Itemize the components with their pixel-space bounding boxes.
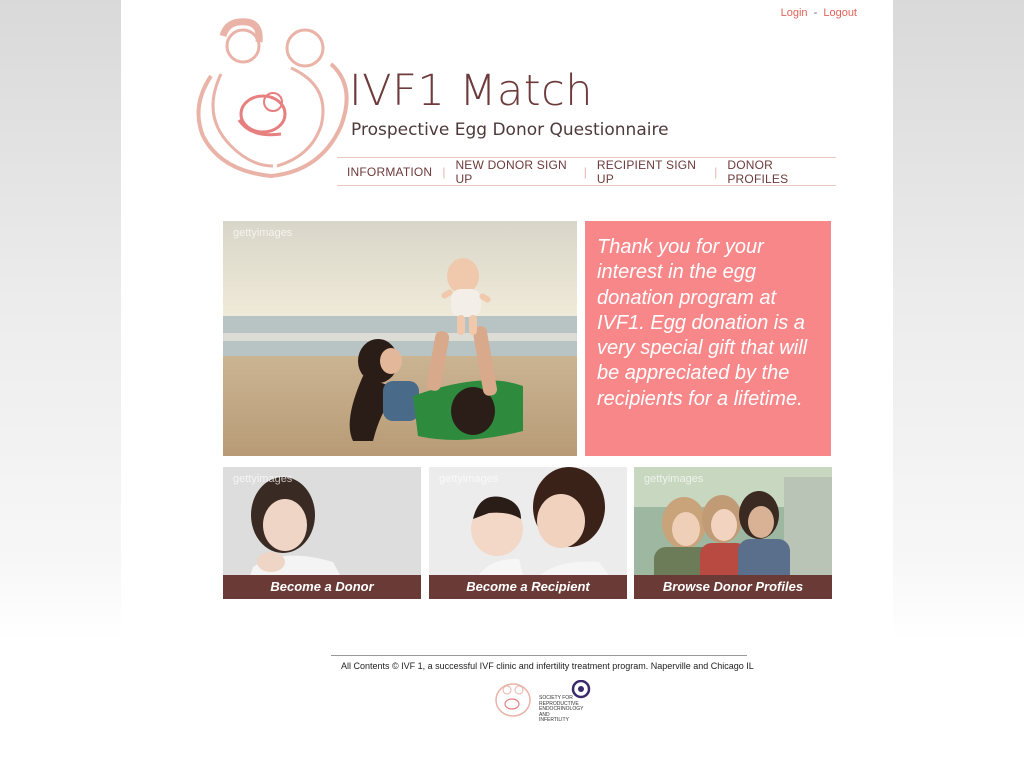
ivf1-small-logo-icon (495, 683, 531, 717)
browse-donor-profiles-button[interactable]: Browse Donor Profiles (634, 575, 832, 599)
hero-photo-illustration (223, 221, 577, 456)
browse-profiles-card[interactable]: gettyimages Browse Donor Profiles (634, 467, 832, 599)
hero-beach-photo: gettyimages (223, 221, 577, 456)
nav-recipient-sign-up[interactable]: RECIPIENT SIGN UP (587, 158, 714, 186)
page-container: Login - Logout IVF1 Match Prospective Eg… (121, 0, 893, 774)
become-donor-button[interactable]: Become a Donor (223, 575, 421, 599)
footer-copyright: All Contents © IVF 1, a successful IVF c… (341, 661, 754, 671)
family-logo-icon[interactable] (191, 16, 351, 178)
login-link[interactable]: Login (781, 7, 808, 19)
welcome-quote-box: Thank you for your interest in the egg d… (585, 221, 831, 456)
become-recipient-card[interactable]: gettyimages Become a Recipient (429, 467, 627, 599)
srei-society-text: SOCIETY FOR REPRODUCTIVE ENDOCRINOLOGY A… (539, 695, 584, 723)
nav-information[interactable]: INFORMATION (337, 165, 442, 179)
welcome-quote-text: Thank you for your interest in the egg d… (597, 236, 808, 410)
srei-logo-icon (571, 680, 591, 699)
main-nav: INFORMATION | NEW DONOR SIGN UP | RECIPI… (337, 157, 836, 186)
auth-links: Login - Logout (781, 7, 857, 19)
nav-new-donor-sign-up[interactable]: NEW DONOR SIGN UP (445, 158, 583, 186)
site-subtitle: Prospective Egg Donor Questionnaire (351, 120, 669, 140)
getty-watermark: gettyimages (233, 227, 293, 239)
auth-separator: - (813, 7, 818, 19)
become-recipient-button[interactable]: Become a Recipient (429, 575, 627, 599)
logout-link[interactable]: Logout (823, 7, 857, 19)
getty-watermark: gettyimages (439, 473, 499, 485)
become-donor-card[interactable]: gettyimages Become a Donor (223, 467, 421, 599)
getty-watermark: gettyimages (233, 473, 293, 485)
getty-watermark: gettyimages (644, 473, 704, 485)
site-title: IVF1 Match (349, 66, 594, 116)
nav-donor-profiles[interactable]: DONOR PROFILES (717, 158, 836, 186)
footer-divider (331, 655, 747, 656)
